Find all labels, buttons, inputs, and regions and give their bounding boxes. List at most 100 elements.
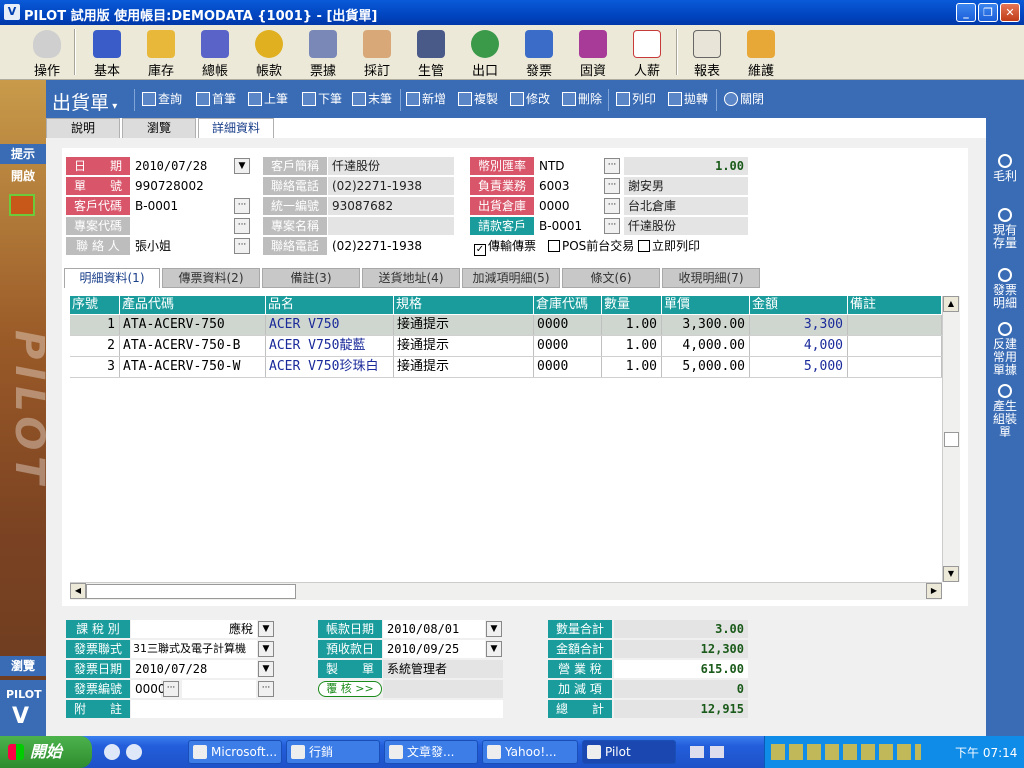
horizontal-scrollbar[interactable]: ◀ ▶ — [70, 582, 942, 600]
module-basic[interactable]: 基本 — [82, 28, 132, 79]
close-form-button[interactable]: 關閉 — [724, 90, 764, 108]
memo-field[interactable] — [131, 700, 503, 718]
invoice-prefix-field[interactable]: 0000 — [131, 680, 166, 698]
project-lookup-button[interactable]: ··· — [234, 218, 250, 234]
edit-button[interactable]: 修改 — [510, 90, 550, 108]
ie-icon[interactable] — [126, 744, 142, 760]
col-code[interactable]: 產品代碼 — [120, 296, 266, 314]
module-notes[interactable]: 票據 — [298, 28, 348, 79]
document-title[interactable]: 出貨單 ▾ — [52, 88, 117, 115]
invoice-form-dropdown[interactable]: ▼ — [258, 641, 274, 657]
transfer-button[interactable]: 拋轉 — [668, 90, 708, 108]
module-export[interactable]: 出口 — [460, 28, 510, 79]
tab-voucher[interactable]: 傳票資料(2) — [162, 268, 260, 288]
module-maintenance[interactable]: 維護 — [736, 28, 786, 79]
vertical-scrollbar[interactable]: ▲ ▼ — [942, 296, 960, 582]
print-button[interactable]: 列印 — [616, 90, 656, 108]
scroll-down-icon[interactable]: ▼ — [943, 566, 959, 582]
desktop-icon[interactable] — [104, 744, 120, 760]
pos-checkbox[interactable]: POS前台交易 — [548, 238, 634, 254]
sales-lookup-button[interactable]: ··· — [604, 178, 620, 194]
customer-code-field[interactable]: B-0001 — [131, 197, 233, 215]
due-date-field[interactable]: 2010/09/25 — [383, 640, 485, 658]
phone2-field[interactable]: (02)2271-1938 — [328, 237, 454, 255]
due-date-dropdown[interactable]: ▼ — [486, 641, 502, 657]
help-icon[interactable] — [710, 746, 724, 758]
module-reports[interactable]: 報表 — [682, 28, 732, 79]
print-now-checkbox[interactable]: 立即列印 — [638, 238, 700, 254]
copy-button[interactable]: 複製 — [458, 90, 498, 108]
tab-description[interactable]: 說明 — [46, 118, 120, 138]
review-button[interactable]: 覆 核 >> — [318, 681, 382, 697]
scroll-left-icon[interactable]: ◀ — [70, 583, 86, 599]
currency-lookup-button[interactable]: ··· — [604, 158, 620, 174]
col-spec[interactable]: 規格 — [394, 296, 534, 314]
invoice-number-field[interactable] — [182, 680, 256, 698]
start-button[interactable]: 開始 — [0, 736, 92, 768]
table-row[interactable]: 3 ATA-ACERV-750-W ACER V750珍珠白 接通提示 0000… — [70, 357, 942, 378]
transmit-voucher-checkbox[interactable]: ✓ 傳輸傳票 — [474, 238, 536, 256]
scroll-up-icon[interactable]: ▲ — [943, 296, 959, 312]
project-code-field[interactable] — [131, 217, 233, 235]
invoice-date-field[interactable]: 2010/07/28 — [131, 660, 257, 678]
billing-lookup-button[interactable]: ··· — [604, 218, 620, 234]
module-accounts[interactable]: 帳款 — [244, 28, 294, 79]
module-operate[interactable]: 操作 — [22, 28, 72, 79]
col-warehouse[interactable]: 倉庫代碼 — [534, 296, 602, 314]
table-row[interactable]: 1 ATA-ACERV-750 ACER V750 接通提示 0000 1.00… — [70, 315, 942, 336]
add-button[interactable]: 新增 — [406, 90, 446, 108]
tip-tab[interactable]: 提示 — [0, 144, 46, 164]
tab-notes[interactable]: 備註(3) — [262, 268, 360, 288]
module-payroll[interactable]: 人薪 — [622, 28, 672, 79]
tab-terms[interactable]: 條文(6) — [562, 268, 660, 288]
ledger-date-dropdown[interactable]: ▼ — [486, 621, 502, 637]
tab-browse[interactable]: 瀏覽 — [122, 118, 196, 138]
delete-button[interactable]: 刪除 — [562, 90, 602, 108]
warehouse-lookup-button[interactable]: ··· — [604, 198, 620, 214]
table-row[interactable]: 2 ATA-ACERV-750-B ACER V750靛藍 接通提示 0000 … — [70, 336, 942, 357]
tab-adjustments[interactable]: 加減項明細(5) — [462, 268, 560, 288]
invoice-detail-button[interactable]: 發票明細 — [986, 268, 1024, 310]
scroll-thumb[interactable] — [944, 432, 959, 447]
profit-button[interactable]: 毛利 — [986, 154, 1024, 183]
vat-value[interactable]: 615.00 — [614, 660, 748, 678]
currency-field[interactable]: NTD — [535, 157, 603, 175]
number-field[interactable]: 990728002 — [131, 177, 251, 195]
col-qty[interactable]: 數量 — [602, 296, 662, 314]
invoice-date-dropdown[interactable]: ▼ — [258, 661, 274, 677]
task-word[interactable]: 文章發... — [384, 740, 478, 764]
prev-record-button[interactable]: 上筆 — [248, 90, 288, 108]
sales-code-field[interactable]: 6003 — [535, 177, 603, 195]
close-window-button[interactable]: ✕ — [1000, 3, 1020, 22]
date-field[interactable]: 2010/07/28 — [131, 157, 233, 175]
date-dropdown[interactable]: ▼ — [234, 158, 250, 174]
rebuild-docs-button[interactable]: 反建常用單據 — [986, 322, 1024, 377]
tax-type-field[interactable]: 應稅 — [131, 620, 257, 638]
stock-button[interactable]: 現有存量 — [986, 208, 1024, 250]
warehouse-code-field[interactable]: 0000 — [535, 197, 603, 215]
task-folder[interactable]: 行銷 — [286, 740, 380, 764]
ledger-date-field[interactable]: 2010/08/01 — [383, 620, 485, 638]
assembly-button[interactable]: 產生組裝單 — [986, 384, 1024, 439]
keyboard-icon[interactable] — [690, 746, 704, 758]
browse-tab[interactable]: 瀏覽 — [0, 656, 46, 676]
tab-details[interactable]: 詳細資料 — [198, 118, 274, 138]
col-note[interactable]: 備註 — [848, 296, 942, 314]
minimize-button[interactable]: _ — [956, 3, 976, 22]
module-assets[interactable]: 固資 — [568, 28, 618, 79]
last-record-button[interactable]: 末筆 — [352, 90, 392, 108]
folder-icon[interactable] — [9, 194, 35, 216]
module-inventory[interactable]: 庫存 — [136, 28, 186, 79]
tab-cash[interactable]: 收現明細(7) — [662, 268, 760, 288]
invoice-prefix-lookup[interactable]: ··· — [163, 681, 179, 697]
task-microsoft[interactable]: Microsoft... — [188, 740, 282, 764]
module-ledger[interactable]: 總帳 — [190, 28, 240, 79]
tab-address[interactable]: 送貨地址(4) — [362, 268, 460, 288]
query-button[interactable]: 查詢 — [142, 90, 182, 108]
module-purchase[interactable]: 採訂 — [352, 28, 402, 79]
hscroll-thumb[interactable] — [86, 584, 296, 599]
invoice-form-field[interactable]: 31三聯式及電子計算機 — [131, 640, 257, 658]
contact-field[interactable]: 張小姐 — [131, 237, 233, 255]
customer-lookup-button[interactable]: ··· — [234, 198, 250, 214]
invoice-number-lookup[interactable]: ··· — [258, 681, 274, 697]
